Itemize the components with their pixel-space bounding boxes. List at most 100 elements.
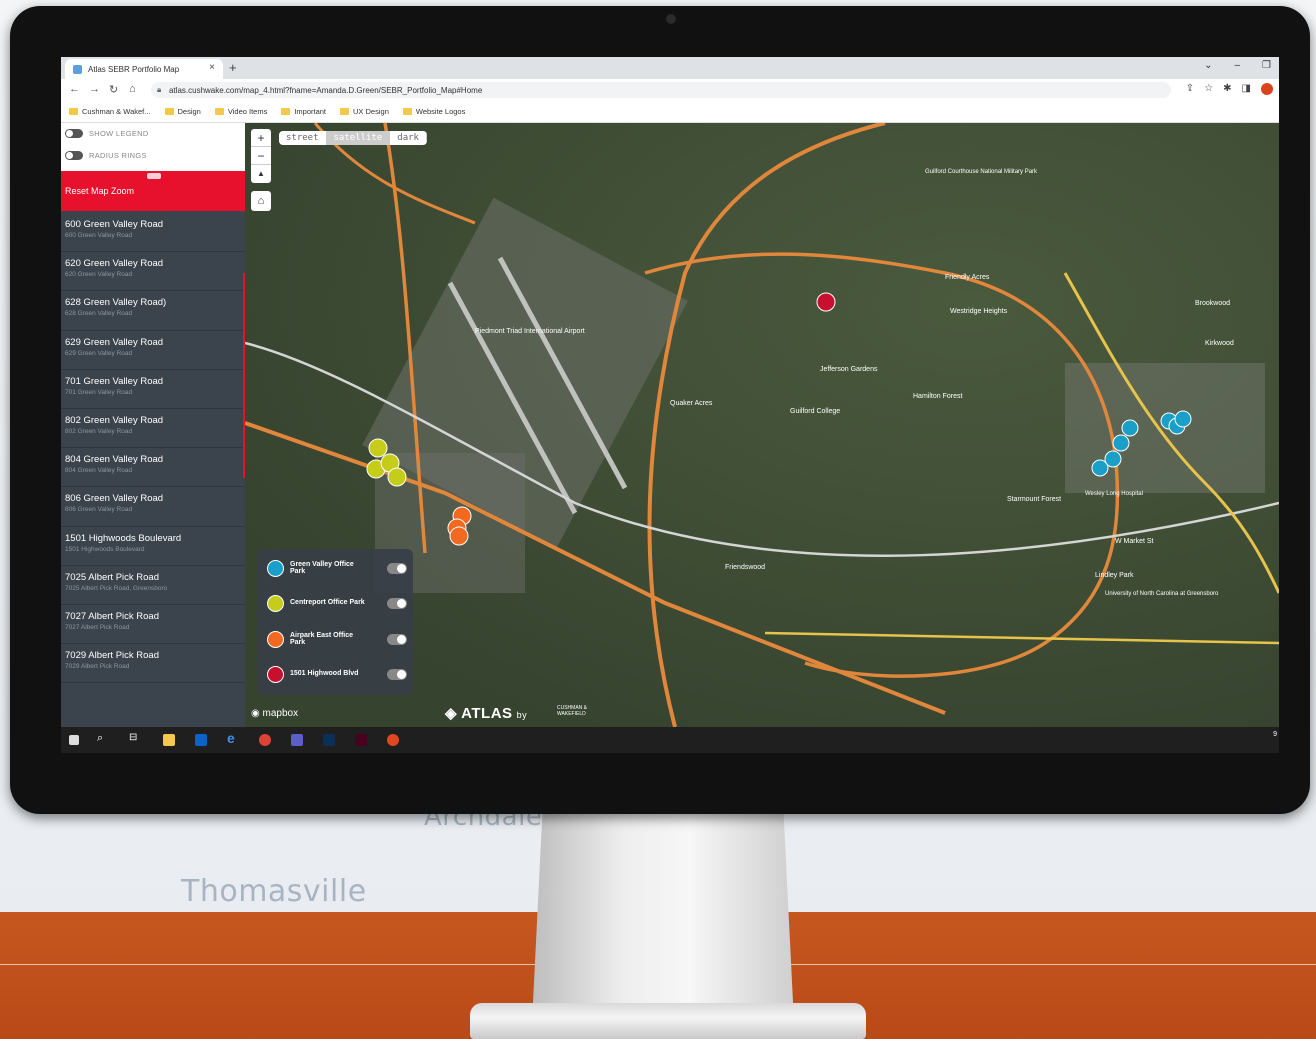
map-legend: Green Valley Office Park Centreport Offi… — [257, 549, 413, 695]
folder-icon — [164, 108, 174, 115]
list-item[interactable]: 7029 Albert Pick Road 7029 Albert Pick Ro… — [61, 644, 245, 684]
toggle-switch-icon[interactable] — [65, 151, 83, 160]
browser-tab[interactable]: Atlas SEBR Portfolio Map × — [65, 59, 223, 79]
share-icon[interactable]: ⇪ — [1186, 83, 1194, 95]
home-icon[interactable]: ⌂ — [129, 83, 136, 95]
windows-start-icon[interactable] — [69, 735, 79, 745]
mapbox-attribution[interactable]: ◉ mapbox — [251, 708, 298, 719]
place-label: Piedmont Triad International Airport — [475, 328, 585, 335]
list-item[interactable]: 620 Green Valley Road 620 Green Valley Ro… — [61, 252, 245, 292]
atlas-logo-icon: ◈ — [445, 705, 458, 722]
style-satellite-button[interactable]: satellite — [326, 131, 391, 145]
address-bar[interactable]: 🔒︎ atlas.cushwake.com/map_4.html?fname=A… — [151, 82, 1171, 98]
folder-icon — [281, 108, 291, 115]
list-item[interactable]: 600 Green Valley Road 600 Green Valley Ro… — [61, 213, 245, 253]
file-explorer-icon[interactable] — [163, 734, 175, 746]
legend-toggle[interactable] — [387, 562, 407, 574]
place-label: Kirkwood — [1205, 340, 1234, 347]
legend-swatch-icon — [267, 594, 284, 612]
edge-icon[interactable]: e — [227, 730, 235, 746]
property-panel: SHOW LEGEND RADIUS RINGS Reset Map Zoom … — [61, 123, 245, 727]
list-item[interactable]: 806 Green Valley Road 806 Green Valley Ro… — [61, 487, 245, 527]
chrome-icon[interactable] — [259, 734, 271, 746]
list-item[interactable]: 804 Green Valley Road 804 Green Valley Ro… — [61, 448, 245, 488]
toggle-switch-icon[interactable] — [65, 129, 83, 138]
reset-map-zoom-button[interactable]: Reset Map Zoom — [61, 171, 245, 211]
forward-icon[interactable]: → — [89, 83, 100, 95]
bookmark-item[interactable]: Important — [281, 107, 326, 116]
map-home-button[interactable]: ⌂ — [251, 191, 271, 211]
place-label: W Market St — [1115, 538, 1154, 545]
bookmark-star-icon[interactable]: ☆ — [1204, 83, 1213, 95]
legend-swatch-icon — [267, 630, 284, 648]
cushman-wakefield-logo: CUSHMAN & WAKEFIELD — [557, 705, 588, 717]
bookmark-item[interactable]: Video Items — [214, 107, 267, 116]
legend-toggle[interactable] — [387, 597, 407, 609]
radius-rings-toggle[interactable]: RADIUS RINGS — [65, 151, 147, 160]
monitor-stand-neck — [532, 812, 794, 1022]
monitor-screen: Atlas SEBR Portfolio Map × + ⌄ – ❐ ← → ↻… — [61, 57, 1279, 753]
map-style-switcher: street satellite dark — [279, 131, 427, 145]
profile-avatar[interactable] — [1261, 83, 1273, 95]
legend-row: Airpark East Office Park — [267, 628, 407, 650]
map-canvas[interactable]: Piedmont Triad International Airport Qua… — [245, 123, 1279, 727]
new-tab-icon[interactable]: + — [229, 60, 237, 75]
style-dark-button[interactable]: dark — [390, 131, 427, 145]
teams-icon[interactable] — [291, 734, 303, 746]
minimize-icon[interactable]: – — [1234, 60, 1240, 71]
bookmark-item[interactable]: Design — [164, 107, 201, 116]
outlook-icon[interactable] — [195, 734, 207, 746]
map-marker-highwood-blvd[interactable] — [816, 292, 836, 312]
zoom-out-button[interactable]: − — [251, 147, 271, 165]
bookmark-item[interactable]: Website Logos — [402, 107, 465, 116]
tab-search-icon[interactable]: ⌄ — [1204, 60, 1212, 71]
search-icon[interactable]: ⌕ — [97, 732, 103, 745]
list-item[interactable]: 701 Green Valley Road 701 Green Valley Ro… — [61, 370, 245, 409]
place-label: Guilford Courthouse National Military Pa… — [925, 169, 1038, 175]
reload-icon[interactable]: ↻ — [109, 83, 118, 96]
list-item[interactable]: 628 Green Valley Road) 628 Green Valley R… — [61, 291, 245, 331]
compass-icon[interactable]: ▲ — [251, 165, 271, 183]
windows-taskbar: ⌕ ⊟ e 9 — [61, 727, 1279, 753]
zoom-in-button[interactable]: + — [251, 129, 271, 147]
side-panel-icon[interactable]: ◨ — [1242, 83, 1251, 95]
taskbar-clock[interactable]: 9 — [1273, 731, 1277, 738]
collapse-handle-icon[interactable] — [147, 173, 161, 179]
place-label: Friendswood — [725, 564, 765, 571]
map-marker-green-valley[interactable] — [1104, 450, 1122, 468]
task-view-icon[interactable]: ⊟ — [129, 732, 137, 743]
bookmark-item[interactable]: UX Design — [340, 107, 389, 116]
list-item[interactable]: 802 Green Valley Road 802 Green Valley Ro… — [61, 409, 245, 449]
back-icon[interactable]: ← — [69, 83, 80, 95]
indesign-icon[interactable] — [355, 734, 367, 746]
map-marker-centreport[interactable] — [387, 467, 407, 487]
style-street-button[interactable]: street — [279, 131, 327, 145]
monitor-stand-foot — [470, 1003, 866, 1039]
show-legend-label: SHOW LEGEND — [89, 129, 149, 138]
extensions-icon[interactable]: ✱ — [1223, 83, 1231, 95]
panel-toggles: SHOW LEGEND RADIUS RINGS — [61, 123, 245, 171]
maximize-icon[interactable]: ❐ — [1262, 60, 1271, 71]
list-item[interactable]: 7027 Albert Pick Road 7027 Albert Pick Ro… — [61, 605, 245, 645]
photoshop-icon[interactable] — [323, 734, 335, 746]
legend-toggle[interactable] — [387, 633, 407, 645]
list-item[interactable]: 629 Green Valley Road 629 Green Valley Ro… — [61, 331, 245, 370]
map-marker-airpark-east[interactable] — [449, 526, 469, 546]
show-legend-toggle[interactable]: SHOW LEGEND — [65, 129, 149, 138]
map-marker-centreport[interactable] — [368, 438, 388, 458]
list-item[interactable]: 7025 Albert Pick Road 7025 Albert Pick Ro… — [61, 566, 245, 605]
close-tab-icon[interactable]: × — [209, 62, 215, 73]
map-marker-green-valley[interactable] — [1121, 419, 1139, 437]
map-marker-green-valley[interactable] — [1112, 434, 1130, 452]
atlas-favicon-icon — [73, 64, 82, 74]
powerpoint-icon[interactable] — [387, 734, 399, 746]
bookmark-item[interactable]: Cushman & Wakef... — [69, 107, 151, 116]
toolbar-actions: ⇪ ☆ ✱ ◨ — [1186, 83, 1273, 95]
list-item[interactable]: 1501 Highwoods Boulevard 1501 Highwoods B… — [61, 527, 245, 566]
legend-toggle[interactable] — [387, 668, 407, 680]
map-marker-green-valley[interactable] — [1174, 410, 1192, 428]
place-label: Westridge Heights — [950, 308, 1008, 315]
place-label: Friendly Acres — [945, 274, 990, 281]
reset-map-zoom-label: Reset Map Zoom — [65, 186, 135, 196]
zoom-control: + − ▲ — [251, 129, 271, 183]
